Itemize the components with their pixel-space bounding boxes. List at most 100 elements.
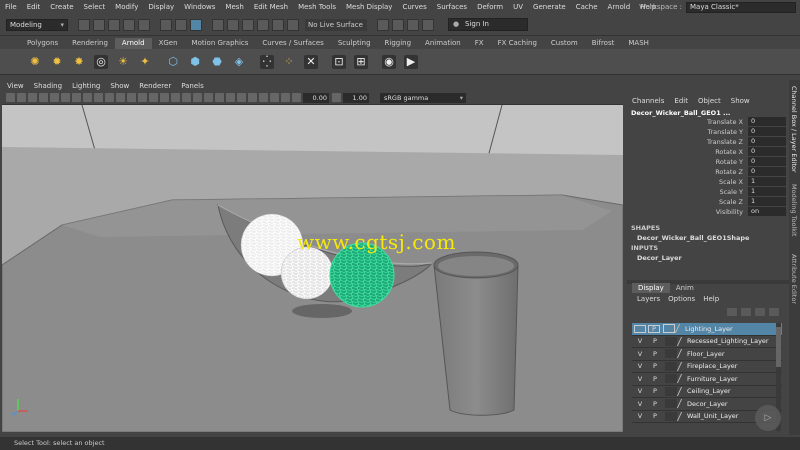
attr-label[interactable]: Rotate Z xyxy=(715,167,743,177)
layer-display-type[interactable] xyxy=(665,374,677,384)
viewport-menu-lighting[interactable]: Lighting xyxy=(67,82,105,90)
viewport-menu-show[interactable]: Show xyxy=(105,82,134,90)
layer-visibility-toggle[interactable]: V xyxy=(632,337,648,345)
camera-icon[interactable] xyxy=(6,93,15,102)
open-scene-icon[interactable] xyxy=(93,18,105,31)
shelf-tab-arnold[interactable]: Arnold xyxy=(114,38,152,49)
layer-display-type[interactable] xyxy=(665,386,677,396)
tab-display[interactable]: Display xyxy=(632,283,670,293)
layer-color-swatch[interactable] xyxy=(676,361,687,371)
layer-playback-toggle[interactable]: P xyxy=(648,337,662,345)
layer-row[interactable]: V P Recessed_Lighting_Layer xyxy=(632,336,782,348)
attr-value-field[interactable]: 1 xyxy=(748,197,786,206)
camera-attributes-icon[interactable] xyxy=(17,93,26,102)
sign-in-button[interactable]: Sign In xyxy=(448,18,528,31)
smooth-shade-icon[interactable] xyxy=(160,93,169,102)
curve-collector-icon[interactable]: ◈ xyxy=(232,55,246,69)
snap-grid-icon[interactable] xyxy=(212,18,224,31)
shelf-tab-rigging[interactable]: Rigging xyxy=(378,38,419,49)
live-surface-field[interactable]: No Live Surface xyxy=(305,18,367,31)
shelf-tab-xgen[interactable]: XGen xyxy=(152,38,185,49)
layer-playback-toggle[interactable]: P xyxy=(648,400,662,408)
gamma-field[interactable]: 1.00 xyxy=(343,92,369,103)
snap-view-icon[interactable] xyxy=(257,18,269,31)
menu-select[interactable]: Select xyxy=(79,3,111,11)
flush-textures-icon[interactable]: ⁘ xyxy=(282,55,296,69)
image-plane-icon[interactable] xyxy=(39,93,48,102)
snap-point-icon[interactable] xyxy=(242,18,254,31)
layer-color-swatch[interactable] xyxy=(676,336,687,346)
shelf-tab-curves-surfaces[interactable]: Curves / Surfaces xyxy=(255,38,330,49)
layer-row[interactable]: V P Furniture_Layer xyxy=(632,373,782,386)
shelf-tab-fx[interactable]: FX xyxy=(468,38,491,49)
layer-playback-toggle[interactable]: P xyxy=(648,350,662,358)
use-all-lights-icon[interactable] xyxy=(193,93,202,102)
layer-playback-toggle[interactable]: P xyxy=(648,387,662,395)
menu-curves[interactable]: Curves xyxy=(397,3,431,11)
side-tab-modeling-toolkit[interactable]: Modeling Toolkit xyxy=(790,184,798,236)
color-space-dropdown[interactable]: sRGB gamma xyxy=(380,92,466,103)
attr-label[interactable]: Translate X xyxy=(707,117,743,127)
menu-mesh-tools[interactable]: Mesh Tools xyxy=(293,3,341,11)
new-layer-icon[interactable] xyxy=(755,308,765,316)
render-frame-icon[interactable] xyxy=(377,18,389,31)
attr-value-field[interactable]: 0 xyxy=(748,127,786,136)
viewport-menu-shading[interactable]: Shading xyxy=(29,82,67,90)
license-icon[interactable]: ⊞ xyxy=(354,54,368,69)
layer-row[interactable]: V P Floor_Layer xyxy=(632,348,782,361)
layer-visibility-toggle[interactable]: V xyxy=(632,362,648,370)
shelf-tab-custom[interactable]: Custom xyxy=(544,38,585,49)
menu-uv[interactable]: UV xyxy=(508,3,528,11)
grid-icon[interactable] xyxy=(72,93,81,102)
layer-row[interactable]: P Lighting_Layer xyxy=(632,323,782,336)
shelf-tab-fx-caching[interactable]: FX Caching xyxy=(491,38,544,49)
attr-value-field[interactable]: 0 xyxy=(748,147,786,156)
render-settings-icon[interactable] xyxy=(407,18,419,31)
snap-surface-icon[interactable] xyxy=(272,18,284,31)
layer-color-swatch[interactable] xyxy=(676,399,687,409)
wireframe-on-shaded-icon[interactable] xyxy=(171,93,180,102)
play-render-icon[interactable]: ▶ xyxy=(404,54,418,69)
move-layer-down-icon[interactable] xyxy=(741,308,751,316)
attr-label[interactable]: Scale Y xyxy=(719,187,743,197)
video-play-badge-icon[interactable]: ▷ xyxy=(755,405,781,431)
select-component-icon[interactable] xyxy=(190,18,202,31)
resolution-gate-icon[interactable] xyxy=(94,93,103,102)
layer-playback-toggle[interactable]: P xyxy=(648,375,662,383)
tab-anim[interactable]: Anim xyxy=(670,283,700,293)
safe-action-icon[interactable] xyxy=(127,93,136,102)
viewport-menu-view[interactable]: View xyxy=(2,82,29,90)
layer-name[interactable]: Wall_Unit_Layer xyxy=(687,412,738,420)
layer-row[interactable]: V P Fireplace_Layer xyxy=(632,361,782,373)
menu-surfaces[interactable]: Surfaces xyxy=(432,3,472,11)
attr-value-field[interactable]: 0 xyxy=(748,157,786,166)
selected-object-name[interactable]: Decor_Wicker_Ball_GEO1 ... xyxy=(631,109,789,117)
skydome-light-icon[interactable]: ◎ xyxy=(94,54,108,69)
layer-help-menu[interactable]: Help xyxy=(699,295,723,303)
gamma-icon[interactable] xyxy=(332,93,341,102)
shape-node-name[interactable]: Decor_Wicker_Ball_GEO1Shape xyxy=(637,234,789,242)
shelf-tab-animation[interactable]: Animation xyxy=(418,38,468,49)
gate-mask-icon[interactable] xyxy=(105,93,114,102)
new-layer-from-selection-icon[interactable] xyxy=(769,308,779,316)
attr-label[interactable]: Translate Y xyxy=(707,127,743,137)
layer-visibility-toggle[interactable]: V xyxy=(632,412,648,420)
physical-sky-icon[interactable]: ☀ xyxy=(116,55,130,69)
layer-visibility-toggle[interactable]: V xyxy=(632,387,648,395)
shadows-icon[interactable] xyxy=(204,93,213,102)
preview-render-icon[interactable]: ◉ xyxy=(382,54,396,69)
attr-label[interactable]: Scale X xyxy=(719,177,743,187)
redo-icon[interactable] xyxy=(138,18,150,31)
2d-pan-icon[interactable] xyxy=(50,93,59,102)
save-scene-icon[interactable] xyxy=(108,18,120,31)
light-portal-icon[interactable]: ✦ xyxy=(138,55,152,69)
shelf-tab-motion-graphics[interactable]: Motion Graphics xyxy=(185,38,256,49)
menu-create[interactable]: Create xyxy=(45,3,78,11)
layer-visibility-toggle[interactable]: V xyxy=(632,350,648,358)
layer-name[interactable]: Recessed_Lighting_Layer xyxy=(687,337,769,345)
attr-value-field[interactable]: 0 xyxy=(748,167,786,176)
export-standin-icon[interactable]: ⬣ xyxy=(210,55,224,69)
attr-label[interactable]: Visibility xyxy=(716,207,743,217)
safe-title-icon[interactable] xyxy=(138,93,147,102)
flush-cache-icon[interactable]: ⁛ xyxy=(260,54,274,69)
